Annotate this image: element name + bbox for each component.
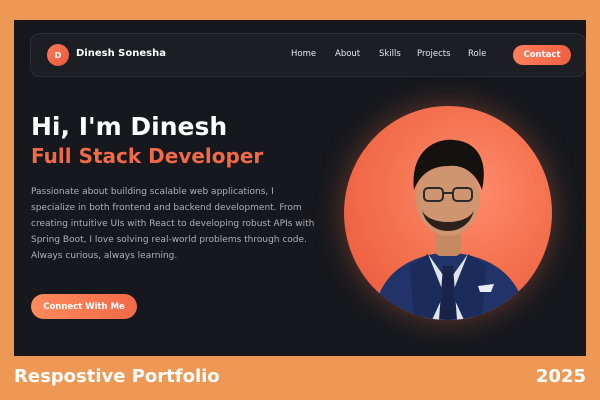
nav-link-projects[interactable]: Projects [417,49,451,59]
hero-greeting: Hi, I'm Dinesh [31,112,228,141]
connect-button[interactable]: Connect With Me [31,294,137,319]
nav-link-about[interactable]: About [335,49,360,59]
banner-year: 2025 [535,366,586,387]
profile-photo [344,106,552,320]
logo-badge[interactable]: D [47,44,69,66]
nav-link-role[interactable]: Role [468,49,486,59]
hero-role: Full Stack Developer [31,144,264,168]
hero-description: Passionate about building scalable web a… [31,187,315,261]
contact-button[interactable]: Contact [513,45,571,65]
brand-name[interactable]: Dinesh Sonesha [76,48,166,59]
nav-link-skills[interactable]: Skills [379,49,401,59]
navbar: D Dinesh Sonesha Home About Skills Proje… [30,33,586,77]
profile-illustration [372,139,528,320]
banner-title: Respostive Portfolio [14,366,220,387]
portfolio-screen: D Dinesh Sonesha Home About Skills Proje… [14,20,586,356]
nav-link-home[interactable]: Home [291,49,316,59]
